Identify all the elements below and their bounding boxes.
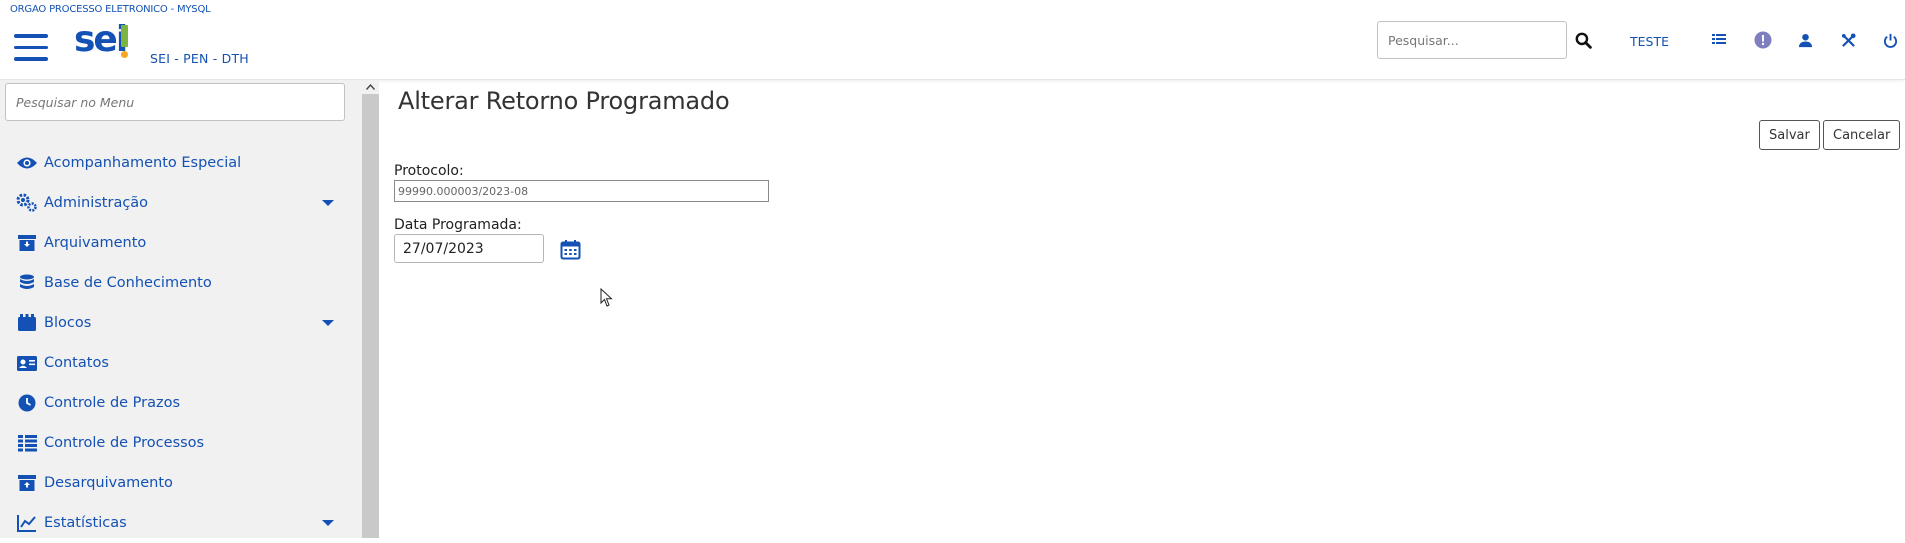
sei-logo[interactable]: sei — [74, 22, 132, 64]
menu-search-input[interactable] — [5, 83, 345, 121]
search-icon[interactable] — [1573, 30, 1593, 50]
sidebar-scrollbar[interactable] — [362, 80, 379, 538]
protocolo-field — [394, 180, 769, 202]
archive-icon — [16, 232, 38, 254]
chevron-down-icon[interactable] — [322, 200, 334, 206]
org-name: ORGAO PROCESSO ELETRONICO - MYSQL — [10, 4, 211, 15]
page-title: Alterar Retorno Programado — [398, 87, 730, 115]
sidebar-item-arquivamento[interactable]: Arquivamento — [0, 223, 345, 263]
info-icon[interactable] — [1753, 30, 1773, 50]
sidebar-item-label: Base de Conhecimento — [44, 275, 212, 291]
scroll-up-arrow-icon[interactable] — [362, 80, 379, 94]
sidebar-item-acompanhamento-especial[interactable]: Acompanhamento Especial — [0, 143, 345, 183]
sidebar-item-estatisticas[interactable]: Estatísticas — [0, 503, 345, 543]
sidebar-item-label: Administração — [44, 195, 149, 211]
mouse-cursor-icon — [600, 287, 614, 308]
chevron-down-icon[interactable] — [322, 320, 334, 326]
chevron-down-icon[interactable] — [322, 520, 334, 526]
save-button[interactable]: Salvar — [1759, 120, 1820, 150]
sidebar-item-label: Blocos — [44, 315, 92, 331]
sidebar-item-blocos[interactable]: Blocos — [0, 303, 345, 343]
database-icon — [16, 272, 38, 294]
menu-icon[interactable] — [14, 34, 48, 64]
sidebar-item-label: Controle de Prazos — [44, 395, 181, 411]
sidebar-item-label: Desarquivamento — [44, 475, 173, 491]
sidebar-item-label: Controle de Processos — [44, 435, 205, 451]
logo-text: sei — [74, 19, 128, 60]
chart-line-icon — [16, 512, 38, 534]
sidebar-item-controle-de-processos[interactable]: Controle de Processos — [0, 423, 345, 463]
grid-icon[interactable] — [1709, 30, 1729, 50]
sidebar-item-desarquivamento[interactable]: Desarquivamento — [0, 463, 345, 503]
sidebar-item-base-de-conhecimento[interactable]: Base de Conhecimento — [0, 263, 345, 303]
clock-icon — [16, 392, 38, 414]
eye-icon — [16, 152, 38, 174]
system-name: SEI - PEN - DTH — [150, 51, 249, 66]
logo-bar — [121, 25, 128, 47]
sidebar-item-label: Arquivamento — [44, 235, 147, 251]
sidebar-item-label: Estatísticas — [44, 515, 127, 531]
list-icon — [16, 432, 38, 454]
sidebar-item-label: Contatos — [44, 355, 109, 371]
protocolo-label: Protocolo: — [394, 163, 464, 179]
calendar-icon[interactable] — [560, 239, 581, 260]
data-programada-label: Data Programada: — [394, 217, 522, 233]
cancel-button[interactable]: Cancelar — [1823, 120, 1901, 150]
sidebar-item-label: Acompanhamento Especial — [44, 155, 242, 171]
top-header: ORGAO PROCESSO ELETRONICO - MYSQL sei SE… — [0, 0, 1905, 80]
book-icon — [16, 312, 38, 334]
unarchive-icon — [16, 472, 38, 494]
tools-icon[interactable] — [1838, 30, 1858, 50]
user-icon[interactable] — [1795, 30, 1815, 50]
sidebar-item-administracao[interactable]: Administração — [0, 183, 345, 223]
unit-selector[interactable]: TESTE — [1630, 34, 1669, 49]
sidebar-item-contatos[interactable]: Contatos — [0, 343, 345, 383]
logo-dot — [121, 51, 128, 58]
data-programada-field[interactable] — [394, 234, 544, 263]
header-search-input[interactable] — [1377, 21, 1567, 59]
contact-card-icon — [16, 352, 38, 374]
sidebar-menu: Acompanhamento Especial Administração Ar… — [0, 80, 362, 538]
sidebar-item-controle-de-prazos[interactable]: Controle de Prazos — [0, 383, 345, 423]
power-icon[interactable] — [1880, 30, 1900, 50]
gears-icon — [16, 192, 38, 214]
